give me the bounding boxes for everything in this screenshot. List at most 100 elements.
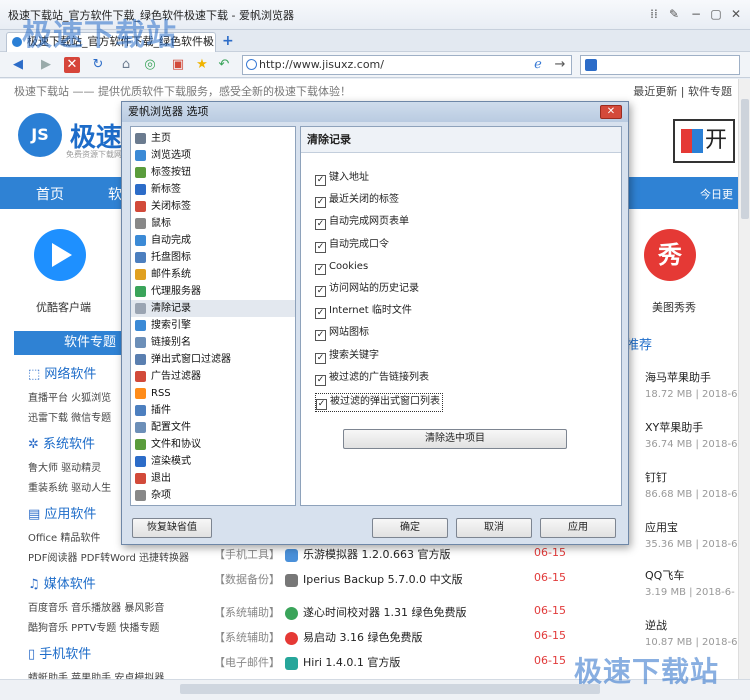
apply-button[interactable]: 应用 xyxy=(540,518,616,538)
youku-app-icon[interactable] xyxy=(34,229,86,281)
tree-item[interactable]: 清除记录 xyxy=(131,300,295,317)
tree-item[interactable]: 新标签 xyxy=(131,181,295,198)
undo-icon[interactable]: ↶ xyxy=(214,55,234,75)
checkbox-icon[interactable]: ✓ xyxy=(315,375,326,386)
tree-item[interactable]: 广告过滤器 xyxy=(131,368,295,385)
checkbox-option[interactable]: ✓ 被过滤的弹出式窗口列表 xyxy=(315,393,443,412)
tree-item[interactable]: 自动完成 xyxy=(131,232,295,249)
recommend-item[interactable]: 应用宝 35.36 MB | 2018-6 xyxy=(645,519,737,550)
tree-item[interactable]: 代理服务器 xyxy=(131,283,295,300)
pin-icon[interactable]: ✎ xyxy=(666,6,682,22)
address-bar[interactable]: http://www.jisuxz.com/ xyxy=(242,55,572,75)
cancel-button[interactable]: 取消 xyxy=(456,518,532,538)
category-links[interactable]: Office 精品软件 xyxy=(28,529,100,544)
category-links[interactable]: PDF阅读器 PDF转Word 迅捷转换器 xyxy=(28,549,189,564)
checkbox-option[interactable]: ✓ Internet 临时文件 xyxy=(315,304,412,319)
category-links[interactable]: 重装系统 驱动人生 xyxy=(28,479,111,494)
tab-close-icon[interactable]: ✕ xyxy=(203,34,211,52)
forward-icon[interactable]: ▶ xyxy=(36,55,56,75)
scroll-thumb[interactable] xyxy=(741,99,749,219)
nav-soft[interactable]: 软 xyxy=(108,184,122,204)
tree-item[interactable]: 弹出式窗口过滤器 xyxy=(131,351,295,368)
top-links[interactable]: 最近更新 | 软件专题 xyxy=(633,83,732,99)
checkbox-icon[interactable]: ✓ xyxy=(315,175,326,186)
table-row[interactable]: 【电子邮件】 Hiri 1.4.0.1 官方版 06-15 xyxy=(214,654,574,670)
vertical-scrollbar[interactable] xyxy=(738,79,750,679)
favorites-star-icon[interactable]: ★ xyxy=(192,55,212,75)
recommend-item[interactable]: QQ飞车 3.19 MB | 2018-6- xyxy=(645,567,735,598)
category-media[interactable]: ♫ 媒体软件 xyxy=(28,573,96,592)
category-network[interactable]: ⬚ 网络软件 xyxy=(28,363,96,382)
checkbox-option[interactable]: ✓ 自动完成网页表单 xyxy=(315,215,409,230)
ok-button[interactable]: 确定 xyxy=(372,518,448,538)
category-links[interactable]: 直播平台 火狐浏览 xyxy=(28,389,111,404)
tree-item[interactable]: 渲染模式 xyxy=(131,453,295,470)
tree-item[interactable]: 浏览选项 xyxy=(131,147,295,164)
back-icon[interactable]: ◀ xyxy=(8,55,28,75)
category-system[interactable]: ✲ 系统软件 xyxy=(28,433,95,452)
recommend-item[interactable]: 钉钉 86.68 MB | 2018-6 xyxy=(645,469,737,500)
checkbox-option[interactable]: ✓ 访问网站的历史记录 xyxy=(315,282,419,297)
dialog-close-button[interactable]: ✕ xyxy=(600,105,622,119)
checkbox-icon[interactable]: ✓ xyxy=(315,197,326,208)
category-links[interactable]: 蜻蜓助手 苹果助手 安卓模拟器 xyxy=(28,669,164,679)
checkbox-option[interactable]: ✓ Cookies xyxy=(315,260,368,275)
tree-item[interactable]: 邮件系统 xyxy=(131,266,295,283)
category-links[interactable]: 鲁大师 驱动精灵 xyxy=(28,459,101,474)
tree-item[interactable]: RSS xyxy=(131,385,295,402)
tree-item[interactable]: 标签按钮 xyxy=(131,164,295,181)
checkbox-option[interactable]: ✓ 最近关闭的标签 xyxy=(315,193,399,208)
tree-item[interactable]: 主页 xyxy=(131,130,295,147)
checkbox-icon[interactable]: ✓ xyxy=(316,399,327,410)
checkbox-option[interactable]: ✓ 网站图标 xyxy=(315,326,369,341)
recommend-item[interactable]: 海马苹果助手 18.72 MB | 2018-6 xyxy=(645,369,737,400)
tree-item[interactable]: 配置文件 xyxy=(131,419,295,436)
clear-selected-button[interactable]: 清除选中项目 xyxy=(343,429,567,449)
meitu-app-icon[interactable]: 秀 xyxy=(644,229,696,281)
recommend-item[interactable]: 逆战 10.87 MB | 2018-6 xyxy=(645,617,737,648)
checkbox-option[interactable]: ✓ 搜索关键字 xyxy=(315,349,379,364)
checkbox-icon[interactable]: ✓ xyxy=(315,264,326,275)
checkbox-option[interactable]: ✓ 被过滤的广告链接列表 xyxy=(315,371,429,386)
save-page-icon[interactable]: ▣ xyxy=(168,55,188,75)
table-row[interactable]: 【系统辅助】 易启动 3.16 绿色免费版 06-15 xyxy=(214,629,574,645)
media-icon[interactable]: ◎ xyxy=(140,55,160,75)
category-links[interactable]: 百度音乐 音乐播放器 暴风影音 xyxy=(28,599,164,614)
checkbox-icon[interactable]: ✓ xyxy=(315,242,326,253)
checkbox-icon[interactable]: ✓ xyxy=(315,330,326,341)
search-engine-icon[interactable] xyxy=(585,59,597,71)
tree-item[interactable]: 鼠标 xyxy=(131,215,295,232)
tree-item[interactable]: 插件 xyxy=(131,402,295,419)
checkbox-icon[interactable]: ✓ xyxy=(315,286,326,297)
banner-ad[interactable]: 开 xyxy=(673,119,735,163)
table-row[interactable]: 【数据备份】 Iperius Backup 5.7.0.0 中文版 06-15 xyxy=(214,571,574,587)
tree-item[interactable]: 托盘图标 xyxy=(131,249,295,266)
category-apps[interactable]: ▤ 应用软件 xyxy=(28,503,96,522)
restore-defaults-button[interactable]: 恢复缺省值 xyxy=(132,518,212,538)
nav-today[interactable]: 今日更 xyxy=(700,186,733,202)
search-input[interactable] xyxy=(580,55,740,75)
new-tab-button[interactable]: + xyxy=(222,33,234,49)
home-icon[interactable]: ⌂ xyxy=(116,55,136,75)
table-row[interactable]: 【手机工具】 乐游模拟器 1.2.0.663 官方版 06-15 xyxy=(214,546,574,562)
tree-item[interactable]: 链接别名 xyxy=(131,334,295,351)
tree-item[interactable]: 关闭标签 xyxy=(131,198,295,215)
checkbox-icon[interactable]: ✓ xyxy=(315,353,326,364)
checkbox-option[interactable]: ✓ 键入地址 xyxy=(315,171,369,186)
tree-item[interactable]: 搜索引擎 xyxy=(131,317,295,334)
refresh-icon[interactable]: ↻ xyxy=(88,55,108,75)
close-icon[interactable]: ✕ xyxy=(728,6,744,22)
ie-mode-icon[interactable]: ℯ xyxy=(528,55,548,75)
recommend-item[interactable]: XY苹果助手 36.74 MB | 2018-6 xyxy=(645,419,737,450)
checkbox-icon[interactable]: ✓ xyxy=(315,308,326,319)
category-mobile[interactable]: ▯ 手机软件 xyxy=(28,643,91,662)
checkbox-icon[interactable]: ✓ xyxy=(315,219,326,230)
category-links[interactable]: 迅雷下载 微信专题 xyxy=(28,409,111,424)
category-links[interactable]: 酷狗音乐 PPTV专题 快播专题 xyxy=(28,619,159,634)
scroll-thumb[interactable] xyxy=(180,684,600,694)
checkbox-option[interactable]: ✓ 自动完成口令 xyxy=(315,238,389,253)
stop-icon[interactable]: ✕ xyxy=(64,57,80,73)
grid-icon[interactable]: ⁞⁞ xyxy=(646,6,662,22)
tree-item[interactable]: 文件和协议 xyxy=(131,436,295,453)
app-label-meitu[interactable]: 美图秀秀 xyxy=(652,299,696,315)
